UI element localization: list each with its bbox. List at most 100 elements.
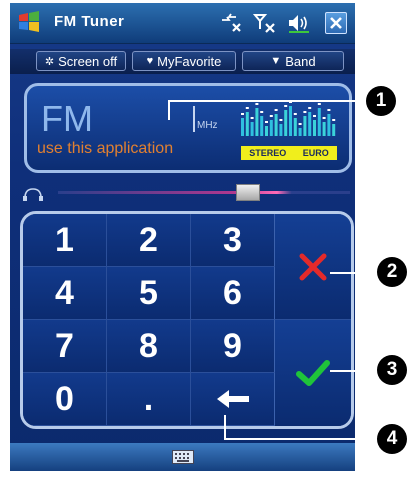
screen-off-button[interactable]: ✲ Screen off <box>36 51 126 71</box>
spectrum-peak <box>265 121 268 123</box>
close-button[interactable] <box>325 12 347 34</box>
spectrum-bar <box>317 108 321 136</box>
spectrum-peak <box>322 117 326 119</box>
spectrum-peak <box>303 111 307 113</box>
spectrum-peak <box>308 107 312 109</box>
keypad: 1 2 3 4 5 6 7 8 9 0 . <box>20 211 354 429</box>
spectrum-peak <box>279 119 283 121</box>
spectrum-bar <box>298 128 302 136</box>
chevron-down-icon: ▼ <box>270 55 282 67</box>
spectrum-peak <box>284 105 288 107</box>
spectrum-analyzer-icon <box>241 101 336 136</box>
spectrum-peak <box>241 113 244 115</box>
leader-line-1-vertical <box>168 100 170 120</box>
cancel-button[interactable] <box>275 214 351 320</box>
spectrum-bar <box>250 122 254 136</box>
leader-line-4-vertical <box>224 415 226 439</box>
leader-line-2 <box>330 272 378 274</box>
frequency-display: FM use this application MHz STEREO EURO <box>24 83 352 173</box>
bottom-bar <box>10 443 355 471</box>
spectrum-bar <box>269 120 273 136</box>
key-8[interactable]: 8 <box>107 320 191 373</box>
close-icon <box>330 17 342 29</box>
key-0[interactable]: 0 <box>23 373 107 426</box>
title-bar: FM Tuner <box>10 3 355 44</box>
spectrum-peak <box>332 119 336 121</box>
my-favorite-label: MyFavorite <box>157 53 222 69</box>
callout-1: 1 <box>366 86 396 116</box>
stereo-label: STEREO <box>249 148 287 158</box>
toolbar: ✲ Screen off ♥ MyFavorite ▼ Band <box>10 49 355 74</box>
key-1[interactable]: 1 <box>23 214 107 267</box>
frequency-divider <box>193 106 195 132</box>
key-2[interactable]: 2 <box>107 214 191 267</box>
spectrum-bar <box>255 108 259 136</box>
spectrum-peak <box>269 115 273 117</box>
callout-2: 2 <box>377 257 407 287</box>
spectrum-bar <box>241 118 244 136</box>
spectrum-bar <box>274 114 278 136</box>
status-icons <box>219 12 311 34</box>
leader-line-4 <box>224 438 378 440</box>
arrow-left-icon <box>216 390 249 408</box>
backspace-button[interactable] <box>191 373 275 426</box>
volume-slider[interactable] <box>58 191 350 194</box>
spectrum-bar <box>313 120 316 136</box>
key-4[interactable]: 4 <box>23 267 107 320</box>
callout-3: 3 <box>377 355 407 385</box>
cross-icon <box>299 253 327 280</box>
unit-label: MHz <box>197 120 218 131</box>
headphones-icon <box>23 188 43 201</box>
spectrum-peak <box>260 111 264 113</box>
spectrum-bar <box>327 114 331 136</box>
connectivity-icon[interactable] <box>219 12 243 34</box>
spectrum-peak <box>298 123 302 125</box>
key-7[interactable]: 7 <box>23 320 107 373</box>
key-dot[interactable]: . <box>107 373 191 426</box>
region-label: EURO <box>302 148 329 158</box>
band-indicator: FM <box>41 98 93 139</box>
volume-slider-thumb[interactable] <box>235 184 260 201</box>
spectrum-bar <box>260 116 264 136</box>
spectrum-peak <box>317 103 321 105</box>
hint-text: use this application <box>37 140 174 157</box>
key-5[interactable]: 5 <box>107 267 191 320</box>
gear-icon: ✲ <box>44 55 55 68</box>
spectrum-bar <box>284 110 288 136</box>
key-9[interactable]: 9 <box>191 320 275 373</box>
my-favorite-button[interactable]: ♥ MyFavorite <box>132 51 236 71</box>
spectrum-bar <box>308 112 312 136</box>
screen-off-label: Screen off <box>58 53 118 69</box>
checkmark-icon <box>296 360 330 386</box>
spectrum-bar <box>332 124 336 136</box>
signal-off-icon[interactable] <box>253 12 277 34</box>
windows-start-icon[interactable] <box>16 9 42 35</box>
spectrum-peak <box>250 117 254 119</box>
spectrum-peak <box>313 115 316 117</box>
key-3[interactable]: 3 <box>191 214 275 267</box>
spectrum-peak <box>274 109 278 111</box>
spectrum-peak <box>245 107 249 109</box>
device-screen: FM Tuner ✲ Screen off ♥ MyFavorite ▼ Ban… <box>10 3 355 471</box>
volume-icon[interactable] <box>287 12 311 34</box>
leader-line-3 <box>330 370 378 372</box>
spectrum-bar <box>265 126 268 136</box>
heart-icon: ♥ <box>146 55 154 67</box>
key-6[interactable]: 6 <box>191 267 275 320</box>
leader-line-1 <box>168 100 368 102</box>
spectrum-peak <box>255 103 259 105</box>
callout-4: 4 <box>377 424 407 454</box>
ok-button[interactable] <box>275 320 351 426</box>
spectrum-peak <box>327 109 331 111</box>
band-button[interactable]: ▼ Band <box>242 51 344 71</box>
spectrum-bar <box>322 122 326 136</box>
spectrum-bar <box>245 112 249 136</box>
spectrum-peak <box>293 113 297 115</box>
spectrum-bar <box>279 124 283 136</box>
spectrum-bar <box>289 106 292 136</box>
spectrum-bar <box>293 118 297 136</box>
app-title: FM Tuner <box>54 13 125 30</box>
stereo-badge: STEREO EURO <box>241 146 337 160</box>
band-label: Band <box>285 53 316 69</box>
keyboard-icon[interactable] <box>172 450 194 464</box>
